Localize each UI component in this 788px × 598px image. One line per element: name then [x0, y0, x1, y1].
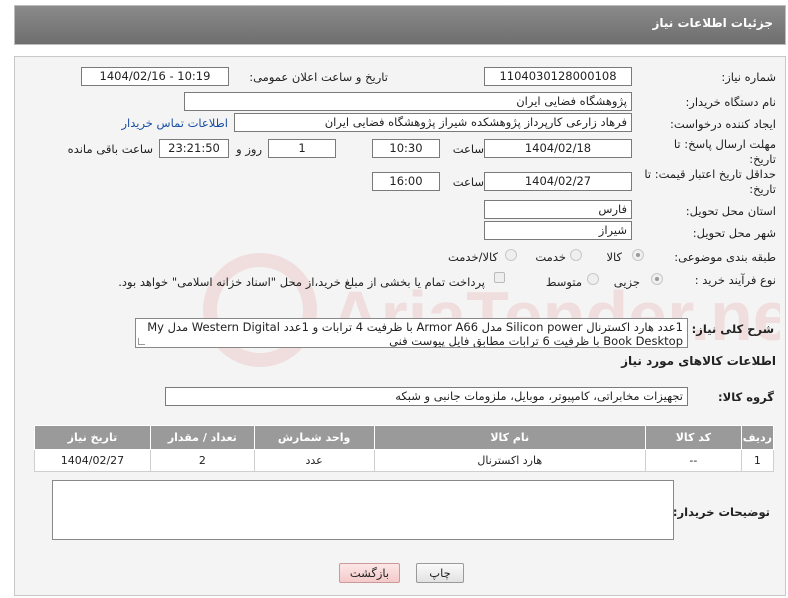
buyer-org-field[interactable]: پژوهشگاه فضایی ایران — [184, 92, 632, 111]
deadline-time-label: ساعت — [452, 142, 484, 156]
col-header-unit: واحد شمارش — [253, 425, 375, 450]
province-field[interactable]: فارس — [484, 200, 632, 219]
category-option-goods: کالا — [606, 250, 622, 264]
validity-label: حداقل تاریخ اعتبار قیمت: تا تاریخ: — [644, 167, 776, 196]
contact-buyer-link[interactable]: اطلاعات تماس خریدار — [121, 116, 228, 130]
col-header-name: نام کالا — [373, 425, 646, 450]
days-label: روز و — [236, 142, 262, 156]
details-panel: جزئیات اطلاعات نیاز — [14, 5, 786, 45]
remaining-time-field[interactable]: 23:21:50 — [159, 139, 229, 158]
validity-time-label: ساعت — [452, 175, 484, 189]
process-label: نوع فرآیند خرید : — [694, 273, 776, 287]
validity-time-field[interactable]: 16:00 — [372, 172, 440, 191]
category-radio-goods-service[interactable] — [505, 249, 517, 261]
buyer-org-label: نام دستگاه خریدار: — [685, 95, 776, 109]
process-option-medium: متوسط — [545, 275, 582, 289]
category-radio-service[interactable] — [570, 249, 582, 261]
goods-group-label: گروه کالا: — [718, 390, 774, 404]
back-button[interactable]: بازگشت — [339, 563, 400, 583]
city-label: شهر محل تحویل: — [692, 226, 776, 240]
print-button[interactable]: چاپ — [416, 563, 464, 583]
province-label: استان محل تحویل: — [685, 204, 776, 218]
cell-row-number: 1 — [740, 449, 775, 472]
treasury-checkbox[interactable] — [494, 272, 505, 283]
cell-need-date: 1404/02/27 — [34, 449, 151, 472]
process-radio-minor[interactable] — [651, 273, 663, 285]
col-header-quantity: تعداد / مقدار — [149, 425, 255, 450]
category-option-goods-service: کالا/خدمت — [447, 250, 498, 264]
deadline-time-field[interactable]: 10:30 — [372, 139, 440, 158]
cell-code: -- — [644, 449, 742, 472]
validity-date-field[interactable]: 1404/02/27 — [484, 172, 632, 191]
notes-label: توضیحات خریدار: — [672, 505, 770, 519]
cell-unit: عدد — [253, 449, 375, 472]
cell-name: هارد اکسترنال — [373, 449, 646, 472]
category-label: طبقه بندی موضوعی: — [674, 250, 776, 264]
col-header-code: کد کالا — [644, 425, 742, 450]
need-number-label: شماره نیاز: — [721, 70, 776, 84]
payment-note: پرداخت تمام یا بخشی از مبلغ خرید،از محل … — [118, 275, 485, 289]
panel-title: جزئیات اطلاعات نیاز — [15, 6, 785, 44]
summary-text: 1عدد هارد اکسترنال Silicon power مدل Arm… — [147, 320, 683, 348]
goods-info-title: اطلاعات کالاهای مورد نیاز — [621, 354, 776, 368]
resize-grip-icon[interactable] — [138, 338, 145, 345]
need-number-field[interactable]: 1104030128000108 — [484, 67, 632, 86]
summary-textarea[interactable]: 1عدد هارد اکسترنال Silicon power مدل Arm… — [135, 318, 688, 348]
items-table: ردیف کد کالا نام کالا واحد شمارش تعداد /… — [34, 425, 775, 472]
col-header-row-number: ردیف — [740, 425, 775, 450]
remaining-label: ساعت باقی مانده — [67, 142, 153, 156]
table-header-row: ردیف کد کالا نام کالا واحد شمارش تعداد /… — [34, 425, 775, 450]
category-option-service: خدمت — [535, 250, 566, 264]
cell-quantity: 2 — [149, 449, 255, 472]
category-radio-goods[interactable] — [632, 249, 644, 261]
requester-field[interactable]: فرهاد زارعی کارپرداز پژوهشکده شیراز پژوه… — [234, 113, 632, 132]
col-header-need-date: تاریخ نیاز — [34, 425, 151, 450]
announce-label: تاریخ و ساعت اعلان عمومی: — [249, 70, 388, 84]
summary-label: شرح کلی نیاز: — [691, 322, 774, 336]
table-row[interactable]: 1 -- هارد اکسترنال عدد 2 1404/02/27 — [34, 449, 775, 472]
process-radio-medium[interactable] — [587, 273, 599, 285]
process-option-minor: جزیی — [613, 275, 640, 289]
deadline-label: مهلت ارسال پاسخ: تا تاریخ: — [673, 137, 776, 166]
goods-group-field[interactable]: تجهیزات مخابراتی، کامپیوتر، موبایل، ملزو… — [165, 387, 688, 406]
city-field[interactable]: شیراز — [484, 221, 632, 240]
announce-field[interactable]: 1404/02/16 - 10:19 — [81, 67, 229, 86]
notes-textarea[interactable] — [52, 480, 674, 540]
deadline-date-field[interactable]: 1404/02/18 — [484, 139, 632, 158]
days-field[interactable]: 1 — [268, 139, 336, 158]
requester-label: ایجاد کننده درخواست: — [670, 117, 776, 131]
